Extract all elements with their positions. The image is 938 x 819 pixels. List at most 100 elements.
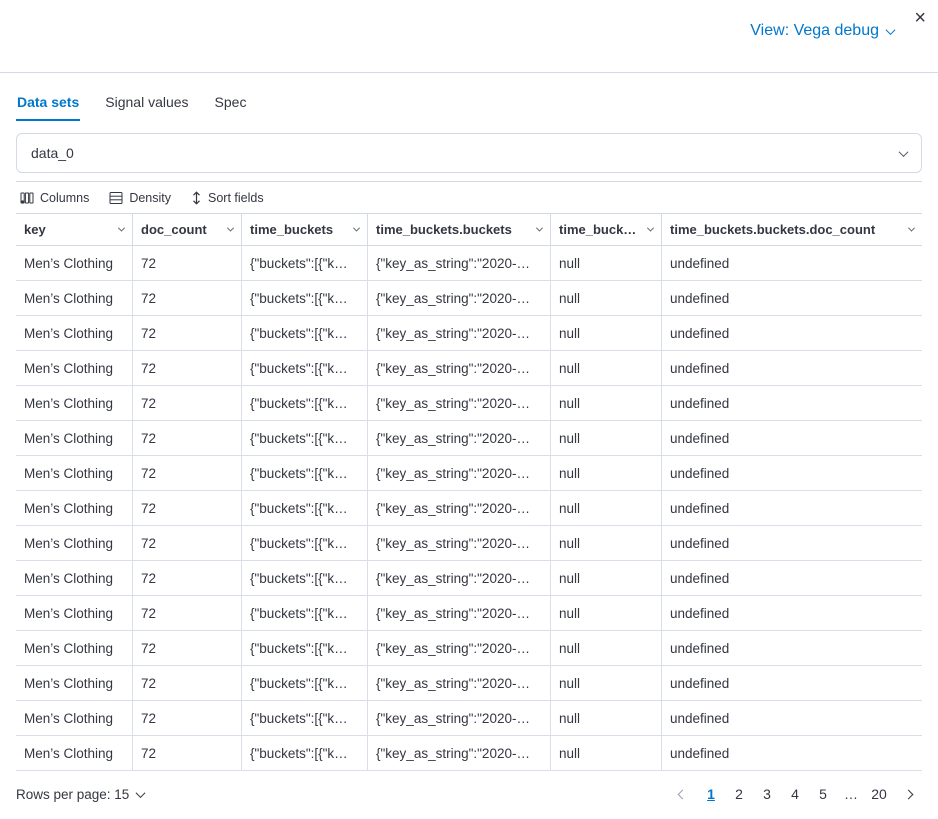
flyout-body: Data sets Signal values Spec data_0 Colu… [0, 85, 938, 808]
column-header-label: time_buckets [250, 222, 333, 237]
table-row: Men’s Clothing72{"buckets":[{"k…{"key_as… [16, 246, 922, 281]
chevron-down-icon [647, 225, 654, 232]
table-cell-key: Men’s Clothing [16, 351, 133, 385]
table-cell-time_buckets: {"buckets":[{"k… [242, 456, 368, 490]
table-cell-doc_count: 72 [133, 456, 242, 490]
table-cell-doc_count: 72 [133, 421, 242, 455]
table-cell-time_buckets-buckets-doc_count: undefined [662, 246, 922, 280]
pagination-page-3[interactable]: 3 [754, 780, 780, 808]
rows-per-page-label: Rows per page: 15 [16, 787, 129, 802]
table-cell-doc_count: 72 [133, 631, 242, 665]
table-cell-time_buckets: {"buckets":[{"k… [242, 736, 368, 770]
table-cell-key: Men’s Clothing [16, 596, 133, 630]
table-cell-time_buckets-buckets-doc_count: undefined [662, 421, 922, 455]
table-cell-time_buckets: {"buckets":[{"k… [242, 666, 368, 700]
table-cell-time_buckets-buckets: {"key_as_string":"2020-… [368, 701, 551, 735]
table-cell-time_buckets-truncated: null [551, 526, 662, 560]
data-grid: Columns Density Sort fields key doc_count… [16, 181, 922, 771]
table-cell-time_buckets-truncated: null [551, 386, 662, 420]
pagination-page-5[interactable]: 5 [810, 780, 836, 808]
sort-fields-label: Sort fields [208, 191, 264, 205]
pagination-page-20[interactable]: 20 [866, 780, 892, 808]
tab-data-sets[interactable]: Data sets [16, 85, 80, 121]
pagination-page-2[interactable]: 2 [726, 780, 752, 808]
close-icon[interactable]: × [914, 8, 926, 28]
table-cell-time_buckets: {"buckets":[{"k… [242, 491, 368, 525]
table-row: Men’s Clothing72{"buckets":[{"k…{"key_as… [16, 316, 922, 351]
table-row: Men’s Clothing72{"buckets":[{"k…{"key_as… [16, 456, 922, 491]
table-cell-time_buckets-truncated: null [551, 561, 662, 595]
table-row: Men’s Clothing72{"buckets":[{"k…{"key_as… [16, 631, 922, 666]
table-cell-time_buckets-buckets-doc_count: undefined [662, 281, 922, 315]
table-cell-time_buckets-buckets: {"key_as_string":"2020-… [368, 631, 551, 665]
table-cell-time_buckets: {"buckets":[{"k… [242, 631, 368, 665]
column-header-time_buckets-buckets[interactable]: time_buckets.buckets [368, 214, 551, 245]
table-row: Men’s Clothing72{"buckets":[{"k…{"key_as… [16, 736, 922, 771]
table-cell-time_buckets-buckets-doc_count: undefined [662, 631, 922, 665]
table-cell-time_buckets-truncated: null [551, 596, 662, 630]
table-cell-time_buckets: {"buckets":[{"k… [242, 246, 368, 280]
table-cell-time_buckets-buckets: {"key_as_string":"2020-… [368, 736, 551, 770]
table-cell-time_buckets-truncated: null [551, 736, 662, 770]
table-row: Men’s Clothing72{"buckets":[{"k…{"key_as… [16, 386, 922, 421]
column-header-doc_count[interactable]: doc_count [133, 214, 242, 245]
table-cell-key: Men’s Clothing [16, 666, 133, 700]
sort-fields-icon [191, 191, 202, 205]
table-cell-key: Men’s Clothing [16, 561, 133, 595]
column-header-time_buckets-truncated[interactable]: time_buck… [551, 214, 662, 245]
sort-fields-button[interactable]: Sort fields [191, 191, 264, 205]
table-cell-time_buckets: {"buckets":[{"k… [242, 596, 368, 630]
table-cell-key: Men’s Clothing [16, 456, 133, 490]
table-cell-time_buckets-buckets: {"key_as_string":"2020-… [368, 386, 551, 420]
columns-icon [20, 191, 34, 205]
pagination-prev-button[interactable] [668, 780, 696, 808]
column-header-label: key [24, 222, 46, 237]
column-header-key[interactable]: key [16, 214, 133, 245]
table-header-row: key doc_count time_buckets time_buckets.buc… [16, 213, 922, 246]
table-cell-key: Men’s Clothing [16, 701, 133, 735]
pagination-controls: 12345…20 [668, 780, 922, 808]
table-cell-doc_count: 72 [133, 561, 242, 595]
table-cell-time_buckets-buckets-doc_count: undefined [662, 596, 922, 630]
table-cell-time_buckets-buckets: {"key_as_string":"2020-… [368, 316, 551, 350]
table-cell-time_buckets: {"buckets":[{"k… [242, 386, 368, 420]
columns-label: Columns [40, 191, 89, 205]
table-body: Men’s Clothing72{"buckets":[{"k…{"key_as… [16, 246, 922, 771]
chevron-down-icon [118, 225, 125, 232]
column-header-time_buckets[interactable]: time_buckets [242, 214, 368, 245]
column-header-label: time_buckets.buckets [376, 222, 512, 237]
dataset-select-value: data_0 [31, 145, 74, 161]
pagination-page-4[interactable]: 4 [782, 780, 808, 808]
dataset-select[interactable]: data_0 [16, 133, 922, 173]
table-cell-key: Men’s Clothing [16, 491, 133, 525]
density-button[interactable]: Density [109, 191, 171, 205]
table-cell-key: Men’s Clothing [16, 526, 133, 560]
table-cell-time_buckets-truncated: null [551, 316, 662, 350]
table-cell-time_buckets-buckets: {"key_as_string":"2020-… [368, 526, 551, 560]
table-cell-time_buckets-buckets-doc_count: undefined [662, 701, 922, 735]
table-row: Men’s Clothing72{"buckets":[{"k…{"key_as… [16, 421, 922, 456]
chevron-down-icon [353, 225, 360, 232]
table-cell-time_buckets-buckets-doc_count: undefined [662, 561, 922, 595]
tab-spec[interactable]: Spec [214, 85, 248, 121]
chevron-right-icon [903, 789, 913, 799]
view-selector-button[interactable]: View: Vega debug [750, 22, 894, 40]
table-cell-doc_count: 72 [133, 596, 242, 630]
table-cell-doc_count: 72 [133, 281, 242, 315]
tab-signal-values[interactable]: Signal values [104, 85, 189, 121]
table-cell-time_buckets: {"buckets":[{"k… [242, 421, 368, 455]
chevron-left-icon [677, 789, 687, 799]
column-header-time_buckets-buckets-doc_count[interactable]: time_buckets.buckets.doc_count [662, 214, 922, 245]
rows-per-page-button[interactable]: Rows per page: 15 [16, 787, 144, 802]
columns-button[interactable]: Columns [20, 191, 89, 205]
pagination-page-1[interactable]: 1 [698, 780, 724, 808]
table-cell-time_buckets-buckets: {"key_as_string":"2020-… [368, 561, 551, 595]
density-icon [109, 191, 123, 205]
table-cell-key: Men’s Clothing [16, 316, 133, 350]
column-header-label: doc_count [141, 222, 207, 237]
pagination-next-button[interactable] [894, 780, 922, 808]
table-cell-time_buckets-truncated: null [551, 701, 662, 735]
table-cell-time_buckets-truncated: null [551, 421, 662, 455]
table-cell-key: Men’s Clothing [16, 631, 133, 665]
table-cell-time_buckets: {"buckets":[{"k… [242, 316, 368, 350]
